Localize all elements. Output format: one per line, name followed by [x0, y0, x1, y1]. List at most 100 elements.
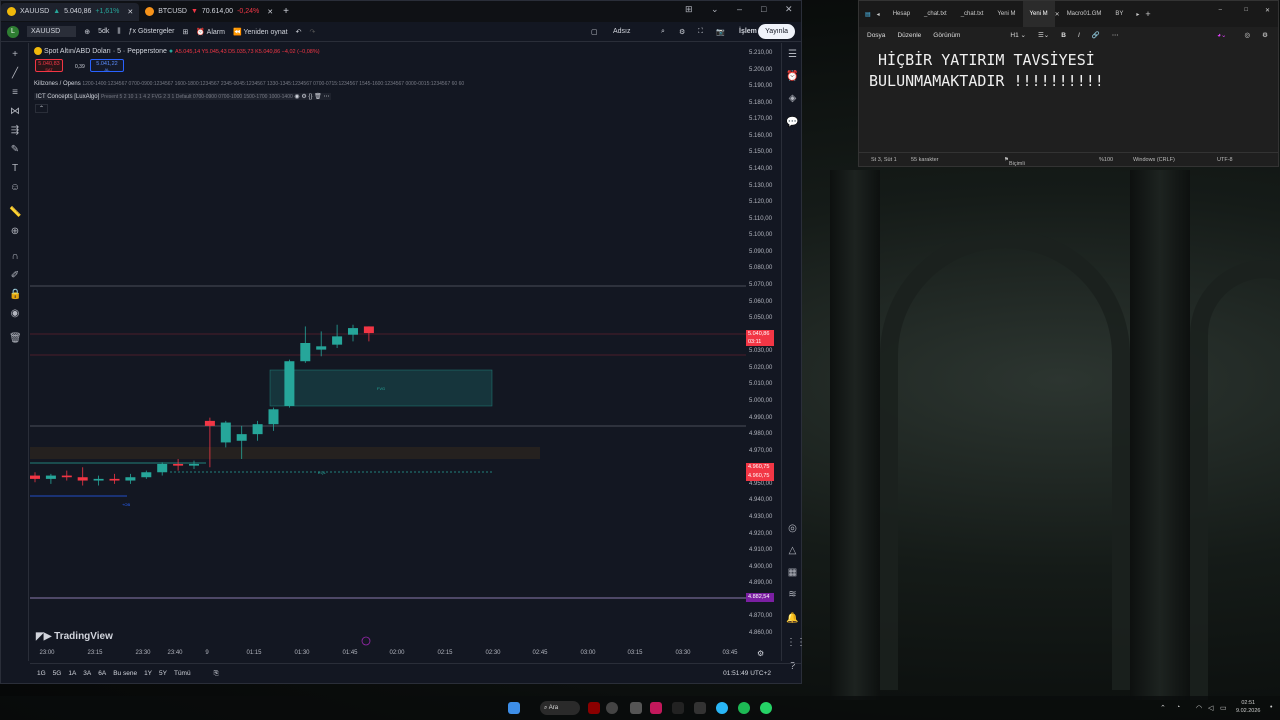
text-icon[interactable]: T: [9, 163, 21, 175]
candle-body[interactable]: [173, 463, 184, 466]
candle-body[interactable]: [284, 361, 295, 406]
clock[interactable]: 02:51 9.02.2026: [1236, 699, 1260, 715]
notepad-tab[interactable]: _chat.txt: [917, 1, 954, 27]
visibility-icon[interactable]: ◉: [294, 94, 299, 100]
notepad-tab[interactable]: Hesap: [886, 1, 917, 27]
ideas-icon[interactable]: △: [786, 545, 799, 558]
instagram-icon[interactable]: [650, 702, 662, 714]
notepad-tab[interactable]: BY: [1108, 1, 1130, 27]
tradingview-icon[interactable]: [672, 702, 684, 714]
settings-icon[interactable]: ⚙: [679, 28, 685, 36]
notepad-content[interactable]: HİÇBİR YATIRIM TAVSİYESİ BULUNMAMAKTADIR…: [869, 50, 1104, 92]
indicators-button[interactable]: ƒx Göstergeler: [129, 28, 175, 35]
candle-body[interactable]: [332, 336, 343, 345]
candle-body[interactable]: [77, 477, 88, 481]
candle-body[interactable]: [300, 343, 311, 362]
range-button[interactable]: 5G: [53, 670, 62, 677]
notifications-icon[interactable]: 🔔: [786, 613, 799, 626]
close-icon[interactable]: ✕: [127, 8, 133, 16]
notepad-tab[interactable]: Yeni M: [990, 1, 1022, 27]
range-button[interactable]: Tümü: [174, 670, 191, 677]
interval-button[interactable]: 5dk: [98, 28, 109, 35]
candle-body[interactable]: [61, 475, 72, 478]
delete-icon[interactable]: 🗑: [314, 94, 322, 100]
emoji-icon[interactable]: ☺: [9, 182, 21, 194]
battery-icon[interactable]: ▭: [1220, 704, 1227, 712]
whatsapp-icon[interactable]: [760, 702, 772, 714]
expand-icon[interactable]: ⌄: [711, 4, 719, 15]
stream-icon[interactable]: ≋: [786, 589, 799, 602]
range-button[interactable]: 5Y: [159, 670, 167, 677]
range-button[interactable]: 3A: [83, 670, 91, 677]
settings-icon[interactable]: ⚙: [301, 94, 306, 100]
range-button[interactable]: 6A: [98, 670, 106, 677]
minimize-icon[interactable]: –: [1219, 7, 1222, 13]
candle-body[interactable]: [252, 424, 263, 435]
close-window-icon[interactable]: ✕: [785, 4, 793, 15]
candle-body[interactable]: [316, 346, 327, 350]
goto-date-icon[interactable]: ⎘: [214, 670, 219, 678]
tray-chevron-icon[interactable]: ⌃: [1160, 704, 1166, 712]
symbol-search[interactable]: XAUUSD: [27, 26, 77, 37]
copilot-icon[interactable]: ◕⌄: [1217, 31, 1226, 39]
minimize-icon[interactable]: –: [737, 4, 742, 14]
range-button[interactable]: 1G: [37, 670, 46, 677]
candle-body[interactable]: [30, 475, 40, 479]
candle-body[interactable]: [45, 475, 56, 479]
pin-icon[interactable]: ⊞: [685, 4, 693, 15]
app-icon-1[interactable]: [588, 702, 600, 714]
alerts-icon[interactable]: ⏰: [786, 71, 799, 84]
tab-btcusd[interactable]: BTCUSD ▼ 70.614,00 -0,24% ✕: [139, 3, 279, 21]
notepad-tab[interactable]: _chat.txt: [954, 1, 991, 27]
clock[interactable]: 01:51:49 UTC+2: [723, 670, 771, 677]
templates-icon[interactable]: ⊞: [183, 28, 189, 36]
brush-icon[interactable]: ✎: [9, 144, 21, 156]
bold-icon[interactable]: B: [1061, 32, 1066, 39]
start-icon[interactable]: [508, 702, 520, 714]
watchlist-icon[interactable]: ☰: [786, 49, 799, 62]
maximize-icon[interactable]: □: [761, 4, 766, 14]
notifications-icon[interactable]: •: [1270, 704, 1272, 711]
more-icon[interactable]: ⋯: [323, 94, 329, 100]
italic-icon[interactable]: I: [1078, 32, 1080, 39]
add-symbol-icon[interactable]: ⊕: [84, 28, 90, 36]
notepad-tab-active[interactable]: Yeni M: [1022, 1, 1055, 27]
pencil-lock-icon[interactable]: ✐: [9, 270, 21, 282]
candle-body[interactable]: [348, 328, 358, 335]
legend-title[interactable]: Spot Altın/ABD Doları · 5 · Pepperstone: [44, 48, 167, 55]
calendar-icon[interactable]: ▦: [786, 567, 799, 580]
magnet-icon[interactable]: ∩: [9, 251, 21, 263]
chat-icon[interactable]: 💬: [786, 117, 799, 130]
maximize-icon[interactable]: □: [1244, 7, 1248, 13]
link-icon[interactable]: 🔗: [1092, 31, 1100, 39]
trash-icon[interactable]: 🗑: [9, 333, 22, 345]
undo-icon[interactable]: ↶: [296, 28, 302, 36]
time-axis[interactable]: 23:00 23:15 23:30 23:40 9 01:15 01:30 01:45 02:0…: [30, 648, 746, 660]
candle-body[interactable]: [363, 326, 374, 334]
menu-view[interactable]: Görünüm: [933, 32, 960, 39]
indicator-ict[interactable]: ICT Concepts [LuxAlgo] Present 5 2 10 1 …: [34, 93, 332, 100]
source-icon[interactable]: {}: [308, 94, 312, 100]
apps-icon[interactable]: ⋮⋮: [786, 637, 806, 650]
candle-body[interactable]: [189, 463, 199, 466]
axis-settings-icon[interactable]: ⚙: [757, 649, 764, 658]
target-icon[interactable]: ◎: [786, 523, 799, 536]
layers-icon[interactable]: ◈: [786, 93, 799, 106]
telegram-icon[interactable]: [716, 702, 728, 714]
tab-xauusd[interactable]: XAUUSD ▲ 5.040,86 +1,61% ✕: [1, 2, 140, 21]
crosshair-icon[interactable]: +: [9, 49, 21, 61]
scroll-left-icon[interactable]: ◂: [877, 11, 880, 18]
account-icon[interactable]: ◎: [1245, 31, 1251, 39]
layout-name[interactable]: Adsız: [613, 28, 631, 35]
projection-icon[interactable]: ⇶: [9, 125, 21, 137]
ruler-icon[interactable]: 📏: [9, 207, 21, 219]
candle-body[interactable]: [220, 422, 231, 443]
fullscreen-icon[interactable]: ⛶: [698, 28, 703, 36]
zoom-icon[interactable]: ⊕: [9, 226, 21, 238]
redo-icon[interactable]: ↷: [310, 28, 316, 36]
alert-button[interactable]: ⏰ Alarm: [196, 28, 225, 36]
candle-body[interactable]: [109, 478, 120, 481]
list-icon[interactable]: ☰⌄: [1038, 31, 1049, 39]
tray-app-icon[interactable]: ◔: [1176, 704, 1180, 711]
candle-body[interactable]: [125, 477, 136, 481]
